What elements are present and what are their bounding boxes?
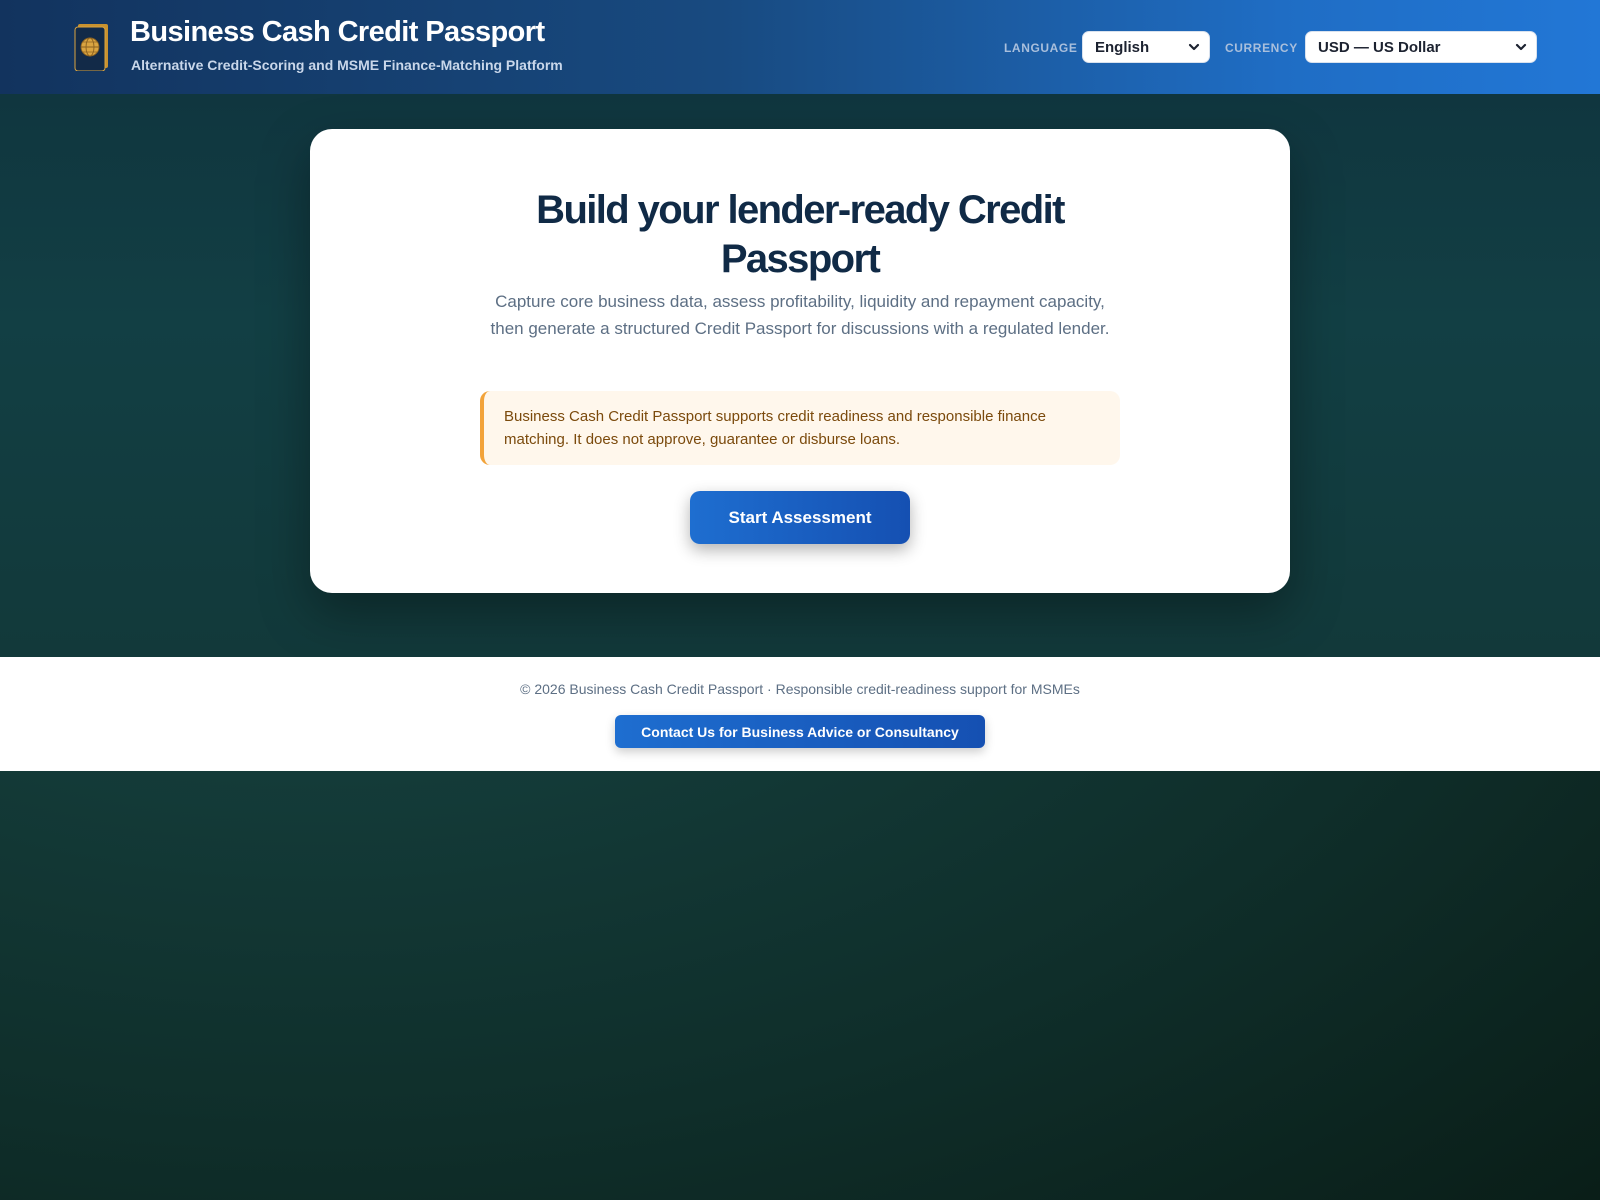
- start-assessment-button[interactable]: Start Assessment: [690, 491, 910, 544]
- chevron-down-icon: [1515, 40, 1527, 54]
- copyright-text: © 2026 Business Cash Credit Passport · R…: [520, 681, 1080, 697]
- currency-select-value: USD — US Dollar: [1318, 39, 1441, 56]
- language-select[interactable]: English: [1082, 31, 1210, 63]
- passport-icon: [74, 24, 108, 72]
- currency-select[interactable]: USD — US Dollar: [1305, 31, 1537, 63]
- currency-label: CURRENCY: [1225, 41, 1298, 55]
- disclaimer-notice: Business Cash Credit Passport supports c…: [480, 391, 1120, 465]
- hero-title: Build your lender-ready Credit Passport: [536, 188, 1065, 281]
- language-label: LANGUAGE: [1004, 41, 1078, 55]
- top-header: Business Cash Credit Passport Alternativ…: [0, 0, 1600, 94]
- language-select-value: English: [1095, 39, 1150, 56]
- contact-button[interactable]: Contact Us for Business Advice or Consul…: [615, 715, 985, 748]
- app-subtitle: Alternative Credit-Scoring and MSME Fina…: [131, 57, 563, 73]
- chevron-down-icon: [1188, 40, 1200, 54]
- hero-description: Capture core business data, assess profi…: [490, 292, 1110, 338]
- app-title: Business Cash Credit Passport: [130, 16, 545, 48]
- footer: © 2026 Business Cash Credit Passport · R…: [0, 657, 1600, 771]
